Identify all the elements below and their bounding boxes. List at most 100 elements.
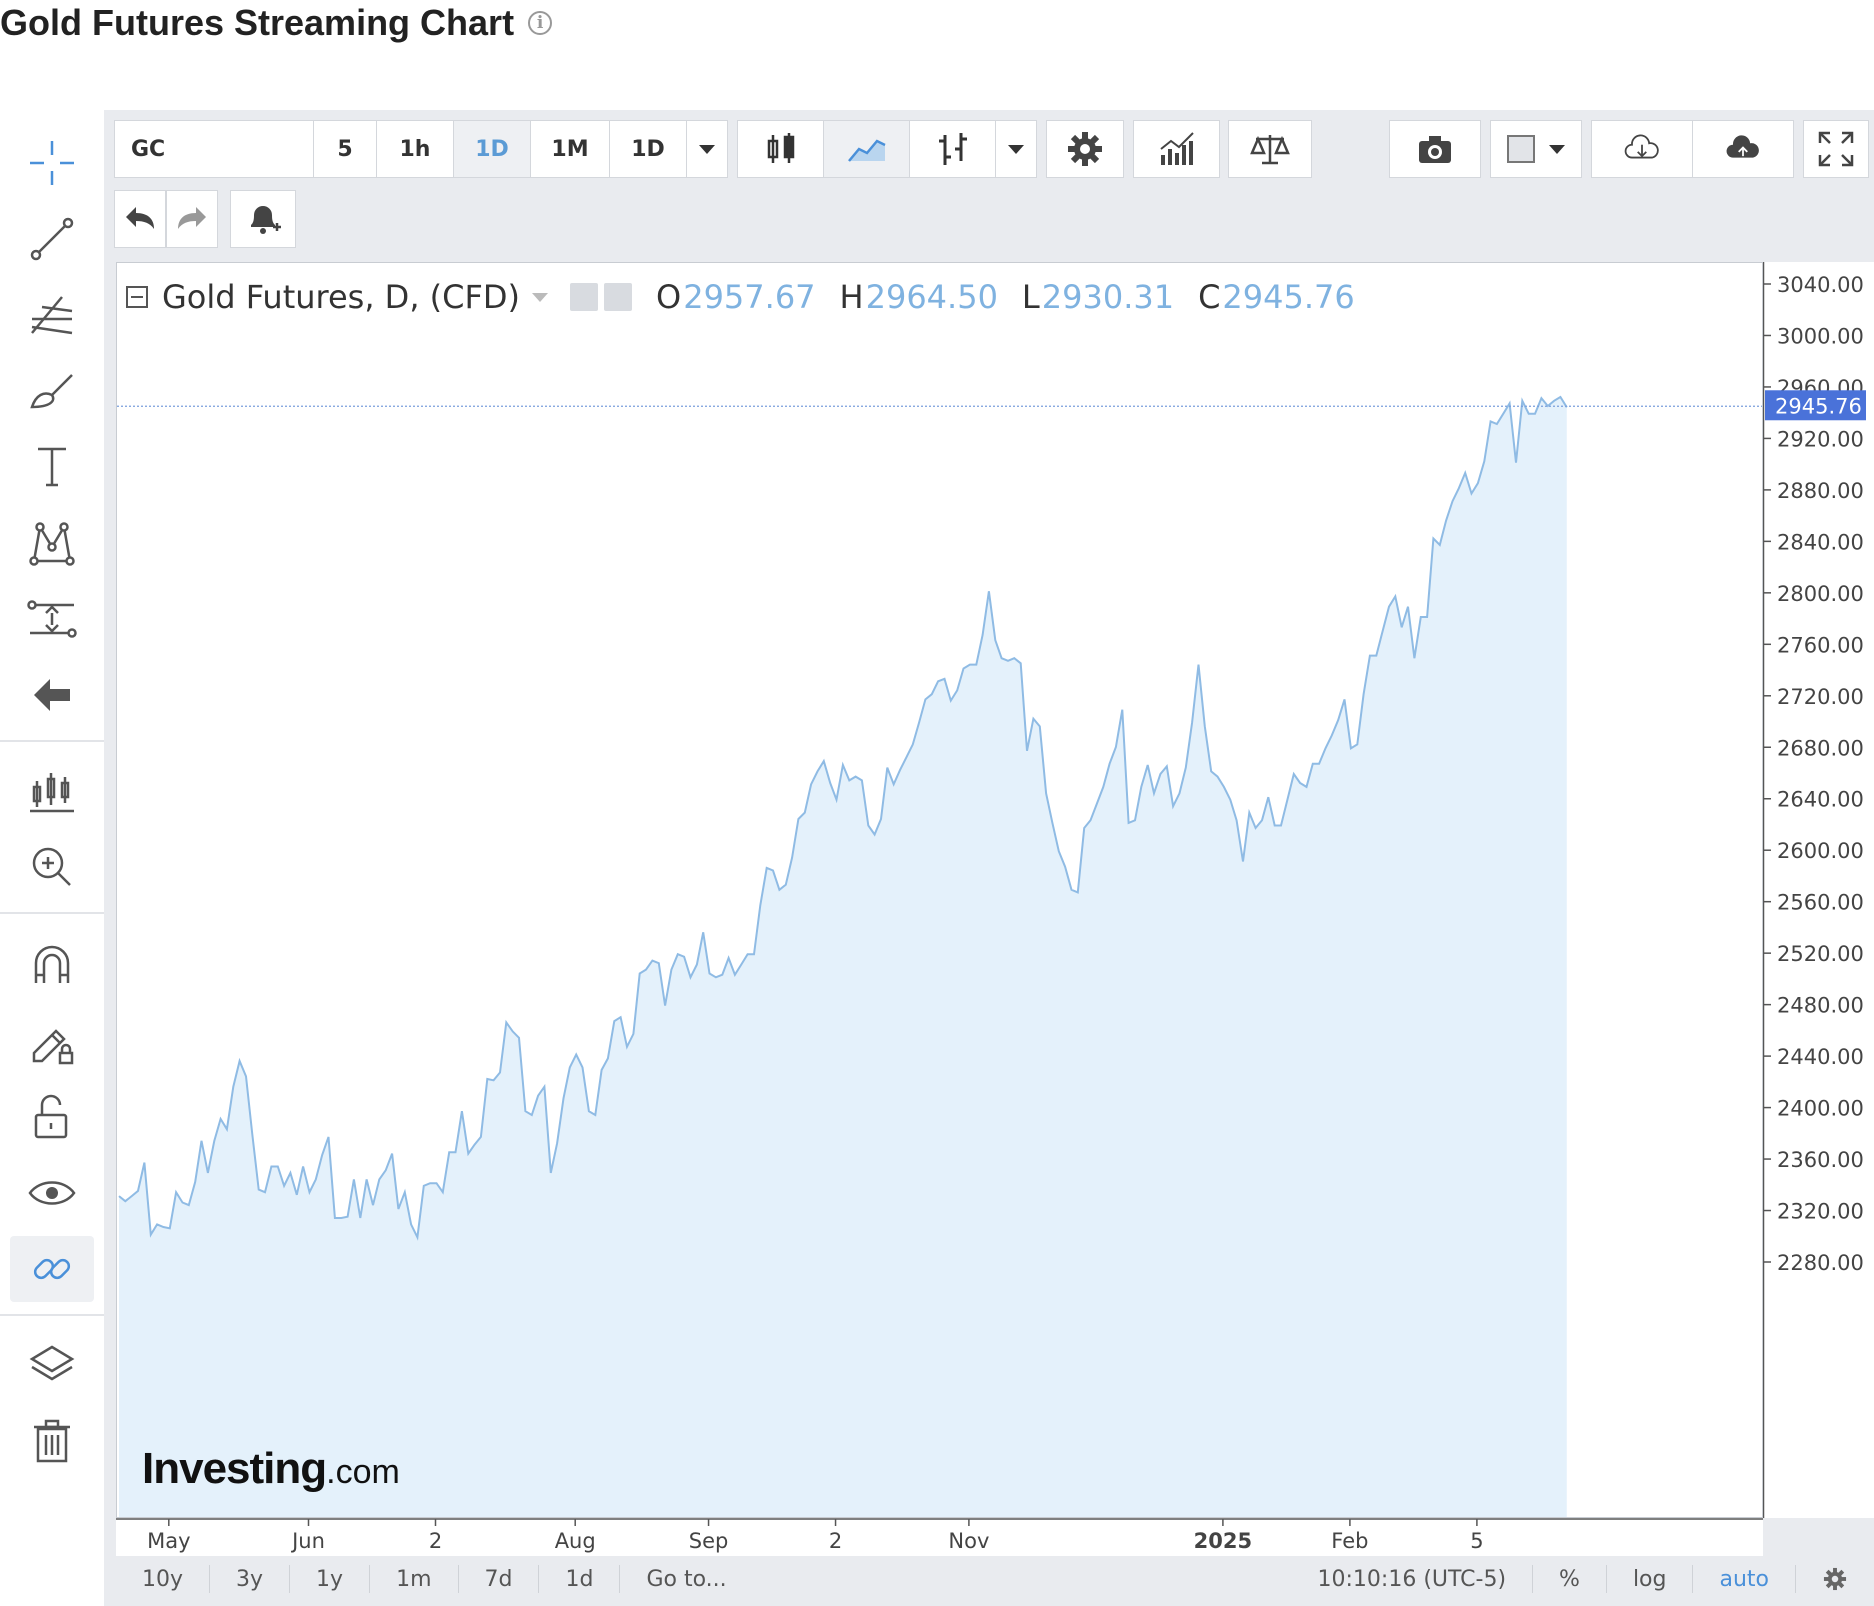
range-3y[interactable]: 3y xyxy=(210,1565,291,1593)
screenshot-button[interactable] xyxy=(1389,120,1481,178)
eye-icon xyxy=(28,1181,76,1205)
symbol-text: GC xyxy=(131,136,166,162)
watermark-suffix: .com xyxy=(326,1453,400,1491)
range-1y[interactable]: 1y xyxy=(290,1565,371,1593)
price-tick-label: 2520.00 xyxy=(1777,942,1864,966)
crosshair-tool[interactable] xyxy=(10,130,94,196)
eye-small-icon[interactable] xyxy=(570,283,599,311)
gear-small-icon[interactable] xyxy=(604,283,633,311)
zoom-in-tool[interactable] xyxy=(10,834,94,900)
collapse-legend-icon[interactable] xyxy=(126,286,148,308)
color-theme-button[interactable] xyxy=(1490,120,1582,178)
fib-tool[interactable] xyxy=(10,282,94,348)
open-label: O xyxy=(656,278,682,316)
undo-button[interactable] xyxy=(114,190,166,248)
time-tick-label: 5 xyxy=(1470,1529,1483,1553)
chevron-down-icon[interactable] xyxy=(532,292,549,302)
interval-5-label: 5 xyxy=(337,136,353,162)
settings-button[interactable] xyxy=(1046,120,1124,178)
color-swatch-icon xyxy=(1507,135,1535,163)
price-tick-label: 2880.00 xyxy=(1777,479,1864,503)
area-chart-icon xyxy=(847,139,886,162)
interval-1m-label: 1M xyxy=(551,136,589,162)
price-area-fill xyxy=(119,397,1567,1517)
fullscreen-button[interactable] xyxy=(1803,120,1869,178)
symbol-input[interactable]: GC xyxy=(114,120,314,178)
high-label: H xyxy=(839,278,864,316)
trend-line-tool[interactable] xyxy=(10,206,94,272)
axis-settings[interactable] xyxy=(1796,1565,1874,1593)
open-value: 2957.67 xyxy=(683,278,816,316)
back-arrow-icon xyxy=(34,679,70,711)
interval-1m[interactable]: 1M xyxy=(530,120,610,178)
interval-1d[interactable]: 1D xyxy=(453,120,531,178)
price-tick-label: 2480.00 xyxy=(1777,994,1864,1018)
interval-5[interactable]: 5 xyxy=(313,120,377,178)
lock-drawing-tool[interactable] xyxy=(10,1008,94,1074)
area-chart-button[interactable] xyxy=(823,120,910,178)
interval-dropdown[interactable] xyxy=(686,120,728,178)
lock-drawing-icon xyxy=(32,1029,74,1065)
brush-icon xyxy=(30,374,73,409)
redo-icon xyxy=(178,207,206,229)
indicators-icon xyxy=(30,773,74,813)
price-tick-label: 2800.00 xyxy=(1777,582,1864,606)
auto-toggle[interactable]: auto xyxy=(1693,1565,1796,1593)
ohlc-bars-icon xyxy=(938,133,967,165)
price-tick-label: 2840.00 xyxy=(1777,530,1864,554)
goto-date[interactable]: Go to... xyxy=(620,1565,752,1593)
zoom-in-icon xyxy=(32,847,71,886)
magnet-tool[interactable] xyxy=(10,932,94,998)
percent-toggle[interactable]: % xyxy=(1533,1565,1607,1593)
chevron-down-icon xyxy=(1008,144,1024,154)
pattern-tool[interactable] xyxy=(10,510,94,576)
text-tool[interactable] xyxy=(10,434,94,500)
add-alert-button[interactable] xyxy=(230,190,296,248)
time-axis-svg: May Jun 2 Aug Sep 2 Nov 2025 Feb 5 xyxy=(116,1518,1763,1553)
load-chart-button[interactable] xyxy=(1591,120,1693,178)
range-10y[interactable]: 10y xyxy=(116,1565,211,1593)
camera-icon xyxy=(1419,136,1451,163)
layers-tool[interactable] xyxy=(10,1332,94,1398)
bars-button[interactable] xyxy=(909,120,996,178)
time-tick-label: 2025 xyxy=(1194,1529,1252,1553)
range-7d[interactable]: 7d xyxy=(459,1565,540,1593)
pattern-icon xyxy=(29,522,75,566)
price-axis[interactable]: 3040.00 3000.00 2960.00 2920.00 2880.00 2840.… xyxy=(1763,262,1874,1518)
gear-icon xyxy=(1068,132,1102,166)
back-tool[interactable] xyxy=(10,662,94,728)
time-tick-label: Aug xyxy=(555,1529,596,1553)
indicators-button[interactable] xyxy=(1133,120,1220,178)
fullscreen-icon xyxy=(1818,131,1854,167)
time-tick-label: Sep xyxy=(689,1529,729,1553)
interval-1h[interactable]: 1h xyxy=(376,120,454,178)
compare-button[interactable] xyxy=(1228,120,1312,178)
unlock-icon xyxy=(34,1094,68,1139)
link-tool[interactable] xyxy=(10,1236,94,1302)
chart-pane[interactable] xyxy=(116,262,1763,1518)
text-icon xyxy=(38,447,66,487)
brush-tool[interactable] xyxy=(10,358,94,424)
current-price-label: 2945.76 xyxy=(1775,394,1862,418)
redo-button[interactable] xyxy=(166,190,218,248)
range-1m[interactable]: 1m xyxy=(370,1565,459,1593)
indicators-bars-icon xyxy=(1159,132,1194,165)
page-title: Gold Futures Streaming Chart i xyxy=(0,2,553,44)
visibility-tool[interactable] xyxy=(10,1160,94,1226)
trash-tool[interactable] xyxy=(10,1408,94,1474)
indicators-tool[interactable] xyxy=(10,758,94,824)
range-1d[interactable]: 1d xyxy=(539,1565,621,1593)
measure-tool[interactable] xyxy=(10,586,94,652)
price-tick-label: 2680.00 xyxy=(1777,736,1864,760)
interval-custom[interactable]: 1D xyxy=(609,120,687,178)
time-tick-label: Jun xyxy=(290,1529,325,1553)
chart-type-dropdown[interactable] xyxy=(995,120,1037,178)
candles-button[interactable] xyxy=(737,120,824,178)
price-chart[interactable] xyxy=(117,263,1762,1517)
unlock-tool[interactable] xyxy=(10,1084,94,1150)
trash-icon xyxy=(34,1419,70,1463)
save-chart-button[interactable] xyxy=(1692,120,1794,178)
info-icon[interactable]: i xyxy=(528,11,553,35)
time-axis[interactable]: May Jun 2 Aug Sep 2 Nov 2025 Feb 5 xyxy=(116,1518,1763,1556)
log-toggle[interactable]: log xyxy=(1607,1565,1694,1593)
